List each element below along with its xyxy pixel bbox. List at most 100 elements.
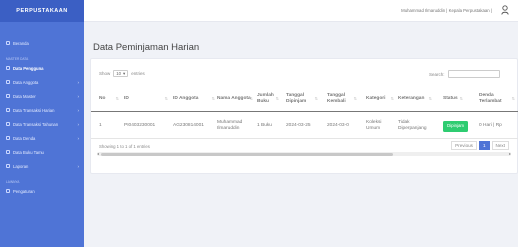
sidebar-item-pengaturan[interactable]: Pengaturan — [0, 184, 84, 198]
page-title: Data Peminjaman Harian — [93, 42, 200, 53]
sidebar-item-label: Beranda — [13, 40, 29, 46]
sidebar-item-label: Data Denda — [13, 135, 36, 141]
search-input[interactable] — [447, 70, 500, 78]
sidebar-item-label: Data Master — [13, 93, 36, 99]
chevron-right-icon: › — [77, 79, 80, 85]
sort-icon[interactable]: ⇅ — [116, 96, 119, 102]
sidebar-item-laporan[interactable]: Laporan › — [0, 159, 84, 173]
chevron-right-icon: › — [77, 135, 80, 141]
column-header-label: ID Anggota — [173, 96, 199, 101]
next-button[interactable]: Next — [491, 141, 509, 150]
column-header[interactable]: No ⇅ — [99, 86, 121, 112]
horizontal-scrollbar[interactable]: ◂ ▸ — [97, 151, 511, 156]
scrollbar-thumb[interactable] — [101, 152, 393, 156]
table-row: 1 PI0403230001 AG230814001 Muhammad Ilmarud… — [91, 113, 518, 139]
sidebar-heading: LAINNYA — [6, 180, 20, 184]
sidebar-item-data-anggota[interactable]: Data Anggota › — [0, 75, 84, 89]
menu-icon — [6, 189, 10, 193]
column-header[interactable]: Denda Terlambat ⇅ — [479, 86, 517, 112]
user-name[interactable]: Muhammad Ilmaruddin | Kepala Perpustakaa… — [401, 8, 492, 13]
menu-icon — [6, 80, 10, 84]
sort-icon[interactable]: ⇅ — [212, 96, 215, 102]
menu-icon — [6, 41, 10, 45]
table-info: Showing 1 to 1 of 1 entries — [99, 144, 150, 149]
menu-icon — [6, 94, 10, 98]
table-cell: 2024-03-25 — [286, 123, 311, 128]
column-header[interactable]: Jumlah Buku ⇅ — [257, 86, 281, 112]
sort-icon[interactable]: ⇅ — [429, 96, 432, 102]
menu-icon — [6, 164, 10, 168]
column-header[interactable]: Kategori ⇅ — [366, 86, 396, 112]
chevron-right-icon: › — [77, 121, 80, 127]
column-header-label: Nama Anggota — [217, 96, 251, 101]
sidebar-item-data-denda[interactable]: Data Denda › — [0, 131, 84, 145]
column-header[interactable]: Tanggal Kembali ⇅ — [327, 86, 359, 112]
menu-icon — [6, 122, 10, 126]
page-1-button[interactable]: 1 — [478, 141, 490, 150]
pagination: Previous 1 Next — [451, 141, 509, 150]
search-label: Search: — [429, 71, 445, 77]
sidebar-item-label: Data Anggota — [13, 79, 39, 85]
sort-icon[interactable]: ⇅ — [354, 96, 357, 102]
table-header: No ⇅ ID ⇅ ID Anggota ⇅ Nama Anggota ⇅ Jumlah Buk… — [91, 86, 518, 112]
menu-icon — [6, 66, 10, 70]
sort-icon[interactable]: ⇅ — [391, 96, 394, 102]
column-header-label: ID — [124, 96, 129, 101]
show-label: Show — [99, 71, 111, 76]
entries-label: entries — [131, 71, 145, 76]
column-header[interactable]: ID Anggota ⇅ — [173, 86, 217, 112]
table-cell: AG230814001 — [173, 123, 204, 128]
menu-icon — [6, 150, 10, 154]
column-header-label: No — [99, 96, 106, 101]
table-cell: 1 Buku — [257, 123, 272, 128]
top-bar: Muhammad Ilmaruddin | Kepala Perpustakaa… — [84, 0, 518, 22]
menu-icon — [6, 108, 10, 112]
column-header[interactable]: Status ⇅ — [443, 86, 465, 112]
entries-value: 10 — [116, 71, 122, 76]
table-cell: 1 — [99, 123, 102, 128]
sidebar-item-label: Data Buku Tamu — [13, 149, 44, 155]
sort-icon[interactable]: ⇅ — [460, 96, 463, 102]
table-cell: 0 Hari | Rp — [479, 123, 502, 128]
sort-icon[interactable]: ⇅ — [250, 96, 253, 102]
column-header-label: Keterangan — [398, 96, 425, 101]
sidebar-item-label: Data Transaksi Harian — [13, 107, 55, 113]
table-card: Show 10 ▾ entries Search: No ⇅ ID ⇅ ID Anggo… — [90, 58, 518, 174]
table-cell: Muhammad Ilmaruddin — [217, 120, 243, 131]
table-cell: Koleksi Umum — [366, 120, 382, 131]
sidebar-item-data-transaksi-tahunan[interactable]: Data Transaksi Tahunan › — [0, 117, 84, 131]
previous-button[interactable]: Previous — [451, 141, 477, 150]
sort-icon[interactable]: ⇅ — [315, 96, 318, 102]
column-header[interactable]: Tanggal Dipinjam ⇅ — [286, 86, 320, 112]
table-cell: PI0403230001 — [124, 123, 156, 128]
entries-control: Show 10 ▾ entries — [99, 70, 145, 77]
scroll-left-icon[interactable]: ◂ — [97, 151, 99, 156]
scroll-right-icon[interactable]: ▸ — [509, 151, 511, 156]
table-cell: 2024-03-0 — [327, 123, 349, 128]
sort-icon[interactable]: ⇅ — [165, 96, 168, 102]
sidebar-item-data-transaksi-harian[interactable]: Data Transaksi Harian › — [0, 103, 84, 117]
sort-icon[interactable]: ⇅ — [512, 96, 515, 102]
column-header-label: Status — [443, 96, 458, 101]
sidebar-nav: Beranda MASTER DATA Data Pengguna Data Angg… — [0, 22, 84, 198]
sidebar-item-label: Data Transaksi Tahunan — [13, 121, 59, 127]
sidebar: PERPUSTAKAAN Beranda MASTER DATA Data Peng… — [0, 0, 84, 247]
sort-icon[interactable]: ⇅ — [276, 96, 279, 102]
column-header[interactable]: ID ⇅ — [124, 86, 170, 112]
user-icon[interactable] — [501, 5, 509, 15]
column-header[interactable]: Nama Anggota ⇅ — [217, 86, 255, 112]
sidebar-item-label: Data Pengguna — [13, 65, 44, 71]
sidebar-item-label: Pengaturan — [13, 188, 35, 194]
table-cell: Dipinjam — [443, 113, 469, 139]
entries-select[interactable]: 10 ▾ — [113, 70, 129, 77]
brand-logo[interactable]: PERPUSTAKAAN — [0, 0, 84, 22]
column-header[interactable]: Keterangan ⇅ — [398, 86, 434, 112]
sidebar-item-beranda[interactable]: Beranda — [0, 36, 84, 50]
sidebar-item-data-buku-tamu[interactable]: Data Buku Tamu — [0, 145, 84, 159]
chevron-right-icon: › — [77, 107, 80, 113]
sidebar-item-data-pengguna[interactable]: Data Pengguna — [0, 61, 84, 75]
sidebar-item-data-master[interactable]: Data Master › — [0, 89, 84, 103]
status-badge[interactable]: Dipinjam — [443, 120, 469, 132]
column-header-label: Kategori — [366, 96, 386, 101]
search-control: Search: — [429, 70, 500, 78]
